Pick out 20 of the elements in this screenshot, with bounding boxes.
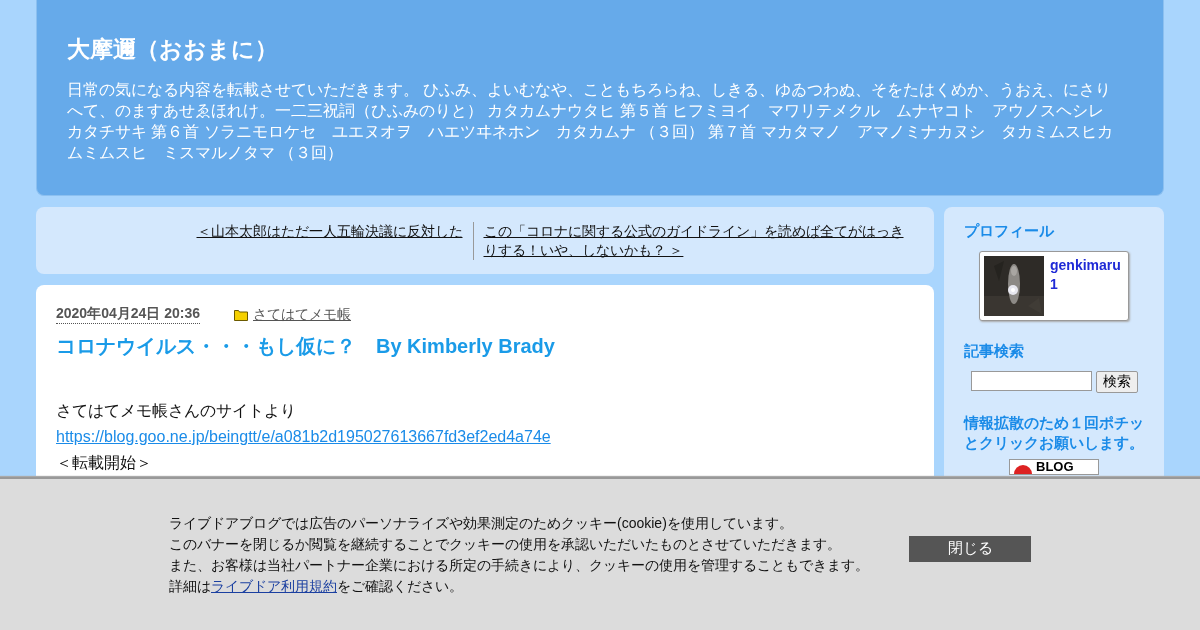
post-date: 2020年04月24日 20:36 <box>56 305 200 324</box>
body-text: ＜転載開始＞ <box>56 453 153 473</box>
banner-text: BLOG <box>1036 460 1074 474</box>
cookie-notice: ライブドアブログでは広告のパーソナライズや効果測定のためクッキー(cookie)を使用しています。 このバナーを閉じるか閲覧を継続することでクッキーの使用を承認いただいたものとさせていただきます。 また、お客様は当社パートナー企業における所定の手続きにより、クッキーの使用を管理することもできます。 詳細はライブドア利用規約をご確認ください。 <box>169 513 870 596</box>
body-text: さてはてメモ帳さんのサイトより <box>56 401 297 421</box>
search-field[interactable] <box>971 371 1092 391</box>
ranking-banner[interactable]: BLOG <box>1009 459 1099 475</box>
blog-description: 日常の気になる内容を転載させていただきます。 ひふみ、よいむなや、こともちろらね、しきる、ゆゐつわぬ、そをたはくめか、うおえ、にさりへて、のますあせゑほれけ。一二三祝詞（ひふみのりと） カタカムナウタヒ 第５首 ヒフミヨイ マワリテメクル ムナヤコト アウノスヘシレカタチサキ 第６首 ソラニモロケセ ユエヌオヲ ハエツヰネホン カタカムナ （３回） 第７首 マカタマノ アマノミナカヌシ タカミムスヒカムミムスヒ ミスマルノタマ （３回） <box>67 80 1113 163</box>
close-button[interactable]: 閉じる <box>909 535 1031 562</box>
ranking-heading: 情報拡散のため１回ポチッとクリックお願いします。 <box>964 414 1144 453</box>
search-heading: 記事検索 <box>964 342 1025 361</box>
profile-heading: プロフィール <box>964 222 1055 241</box>
search-button[interactable]: 検索 <box>1096 371 1138 393</box>
previous-post-link[interactable]: ＜山本太郎はただ一人五輪決議に反対した <box>36 222 463 241</box>
next-post-link[interactable]: この「コロナに関する公式のガイドライン」を読めば全てがはっきりする！いや、しないかも？ ＞ <box>483 222 910 260</box>
category-link[interactable]: さてはてメモ帳 <box>253 305 351 324</box>
profile-name-link[interactable]: genkimaru1 <box>1050 256 1124 316</box>
terms-link[interactable]: ライブドア利用規約 <box>211 577 337 594</box>
folder-icon <box>234 308 248 321</box>
source-link[interactable]: https://blog.goo.ne.jp/beingtt/e/a081b2d195027613667fd3ef2ed4a74e <box>56 428 551 445</box>
